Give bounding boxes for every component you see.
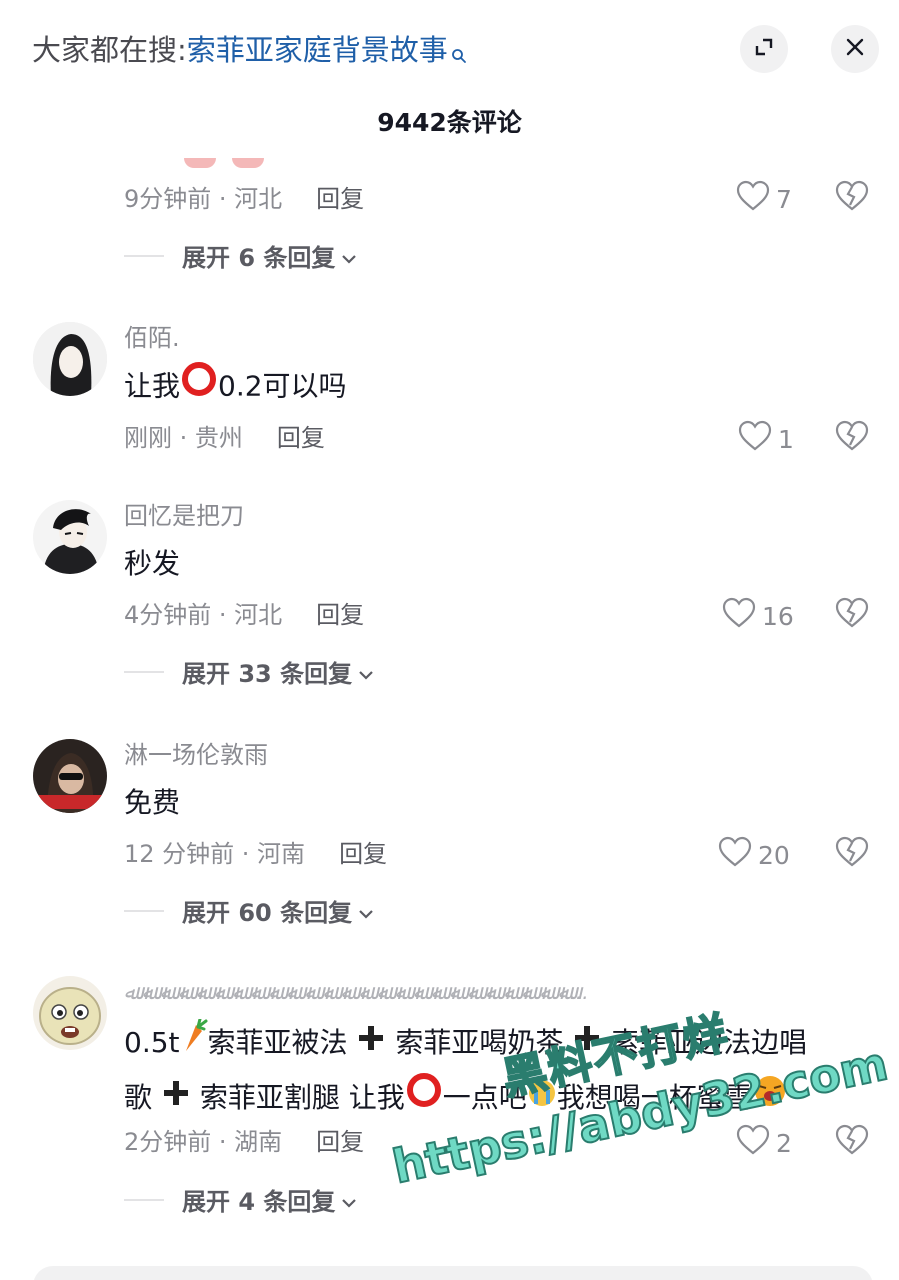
plus-icon [161, 1072, 191, 1126]
red-circle-icon [180, 360, 218, 415]
expand-replies-label: 展开 6 条回复 [182, 244, 336, 272]
dislike-button[interactable] [835, 420, 869, 456]
comment-input-bar[interactable] [33, 1266, 873, 1280]
heart-icon [736, 180, 776, 218]
comment-text-part: 我想喝一杯蜜雪 [556, 1081, 753, 1114]
comment-text-part: 歌 [124, 1081, 153, 1114]
comment-time-location: 9分钟前 · 河北 [124, 185, 283, 213]
dislike-button[interactable] [835, 1124, 869, 1160]
comment-text-part: 索菲亚边法边唱 [611, 1026, 808, 1059]
comment-text-part: 索菲亚喝奶茶 [395, 1026, 564, 1059]
dislike-button[interactable] [835, 597, 869, 633]
reply-button[interactable]: 回复 [316, 601, 364, 629]
chevron-down-icon [335, 242, 357, 270]
avatar[interactable] [33, 322, 107, 396]
reply-button[interactable]: 回复 [316, 1128, 364, 1156]
comment-meta: 12 分钟前 · 河南 回复 [124, 838, 387, 870]
comment-username[interactable]: 回忆是把刀 [124, 500, 244, 532]
broken-heart-icon [835, 180, 869, 216]
broken-heart-icon [835, 420, 869, 456]
like-count: 7 [776, 184, 792, 214]
broken-heart-icon [835, 1124, 869, 1160]
comment-time-location: 2分钟前 · 湖南 [124, 1128, 283, 1156]
dislike-button[interactable] [835, 836, 869, 872]
like-button[interactable]: 1 [738, 420, 794, 458]
broken-heart-icon [835, 597, 869, 633]
crying-face-icon [527, 1072, 557, 1126]
comment-text-part: 索菲亚被法 [207, 1026, 348, 1059]
chevron-down-icon [352, 658, 374, 686]
search-icon [451, 34, 467, 74]
comment-meta: 9分钟前 · 河北 回复 [124, 183, 364, 215]
expand-replies-label: 展开 60 条回复 [182, 899, 353, 927]
expand-replies-label: 展开 33 条回复 [182, 660, 353, 688]
expand-replies-button[interactable]: 展开 6 条回复 [124, 238, 357, 273]
chevron-down-icon [352, 897, 374, 925]
plus-icon [356, 1017, 386, 1071]
comment-text: 秒发 [124, 547, 181, 580]
expand-replies-label: 展开 4 条回复 [182, 1188, 336, 1216]
expand-replies-button[interactable]: 展开 60 条回复 [124, 893, 374, 928]
comment-text: 免费 [124, 786, 181, 819]
comment-time-location: 4分钟前 · 河北 [124, 601, 283, 629]
avatar[interactable] [33, 976, 107, 1050]
comments-count-title: 9442条评论 [377, 108, 522, 137]
close-icon [843, 35, 867, 63]
like-button[interactable]: 20 [718, 836, 790, 874]
like-count: 20 [758, 840, 790, 870]
divider-line [124, 1198, 164, 1201]
comment-time-location: 刚刚 · 贵州 [124, 424, 243, 452]
heart-icon [738, 420, 778, 458]
emoji-icon [184, 158, 216, 168]
expand-button[interactable] [740, 25, 788, 73]
like-button[interactable]: 7 [736, 180, 792, 218]
comment-time-location: 12 分钟前 · 河南 [124, 840, 306, 868]
like-button[interactable]: 2 [736, 1124, 792, 1162]
avatar[interactable] [33, 500, 107, 574]
comment-text-part: 0.2可以吗 [218, 369, 347, 403]
expand-icon [752, 35, 776, 63]
plus-icon [572, 1017, 602, 1071]
comment-text: 0.5t 索菲亚被法 索菲亚喝奶茶 索菲亚边法边唱歌 索菲亚割腿 让我 一点吧 我想喝… [124, 1016, 864, 1127]
search-suggestion[interactable]: 大家都在搜:索菲亚家庭背景故事 [32, 30, 467, 74]
heart-icon [736, 1124, 776, 1162]
comment-meta: 刚刚 · 贵州 回复 [124, 422, 325, 454]
comment-meta: 2分钟前 · 湖南 回复 [124, 1126, 364, 1158]
top-bar: 大家都在搜:索菲亚家庭背景故事 [0, 0, 899, 100]
comment-text-part: 0.5t [124, 1026, 180, 1059]
comment-username[interactable]: ﷲ ﷲ ﷲ ﷲ ﷲ ﷲ ﷲ ﷲ ﷲ ﷲ ﷲ ﷲ ﷲ ﷲ ﷲ ﷲ ﷲ ﷲ ﷲ ﷲ … [124, 976, 589, 1008]
like-button[interactable]: 16 [722, 597, 794, 635]
close-button[interactable] [831, 25, 879, 73]
dislike-button[interactable] [835, 180, 869, 216]
comment-text-part: 让我 [124, 369, 181, 403]
like-count: 16 [762, 601, 794, 631]
comment-text-part: 索菲亚割腿 让我 [199, 1081, 405, 1114]
like-count: 1 [778, 424, 794, 454]
reply-button[interactable]: 回复 [339, 840, 387, 868]
emoji-icon [232, 158, 264, 168]
divider-line [124, 254, 164, 257]
red-circle-icon [405, 1071, 443, 1127]
search-suggestion-prefix: 大家都在搜: [32, 33, 187, 67]
comment-username[interactable]: 佰陌. [124, 322, 180, 354]
broken-heart-icon [835, 836, 869, 872]
avatar[interactable] [33, 739, 107, 813]
search-suggestion-query[interactable]: 索菲亚家庭背景故事 [187, 33, 448, 67]
comment-username[interactable]: 淋一场伦敦雨 [124, 739, 268, 771]
comment-meta: 4分钟前 · 河北 回复 [124, 599, 364, 631]
reply-button[interactable]: 回复 [277, 424, 325, 452]
expand-replies-button[interactable]: 展开 4 条回复 [124, 1182, 357, 1217]
expand-replies-button[interactable]: 展开 33 条回复 [124, 654, 374, 689]
divider-line [124, 670, 164, 673]
carrot-icon [180, 1017, 208, 1071]
reply-button[interactable]: 回复 [316, 185, 364, 213]
divider-line [124, 909, 164, 912]
loudly-crying-face-icon [753, 1072, 787, 1126]
comment-text: 让我 0.2可以吗 [124, 360, 864, 415]
comment-text-part: 一点吧 [442, 1081, 527, 1114]
chevron-down-icon [335, 1186, 357, 1214]
like-count: 2 [776, 1128, 792, 1158]
heart-icon [718, 836, 758, 874]
heart-icon [722, 597, 762, 635]
